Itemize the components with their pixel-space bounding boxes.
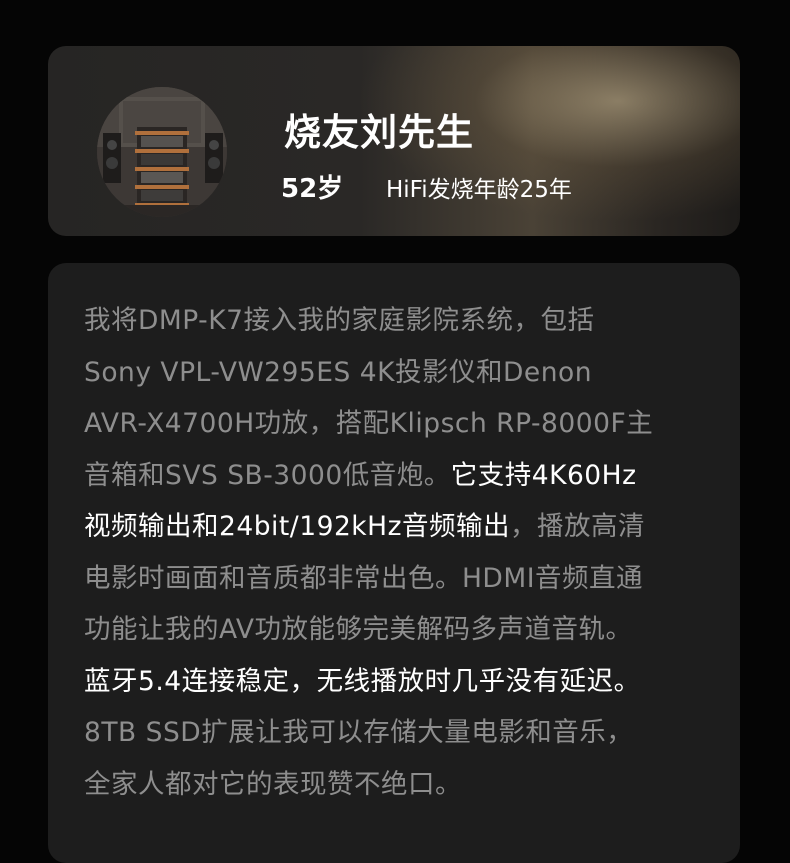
review-segment: Sony VPL-VW295ES 4K投影仪和Denon — [84, 356, 593, 388]
review-line: 全家人都对它的表现赞不绝口。 — [84, 759, 720, 811]
review-segment: 8TB SSD扩展让我可以存储大量电影和音乐， — [84, 717, 634, 748]
avatar — [97, 87, 227, 217]
review-segment: ，播放高清 — [510, 511, 645, 542]
review-highlight-segment: 蓝牙5.4连接稳定，无线播放时几乎没有延迟。 — [84, 665, 641, 697]
review-segment: 全家人都对它的表现赞不绝口。 — [84, 768, 462, 800]
profile-card: 烧友刘先生 52岁 HiFi发烧年龄25年 — [48, 46, 740, 236]
user-age: 52岁 — [281, 174, 344, 204]
review-text: 我将DMP-K7接入我的家庭影院系统，包括 Sony VPL-VW295ES 4K… — [84, 295, 720, 810]
review-highlight-segment: 它支持4K60Hz — [450, 459, 637, 491]
review-line: 电影时画面和音质都非常出色。HDMI音频直通 — [84, 553, 720, 605]
review-highlight-segment: 视频输出和24bit/192kHz音频输出 — [84, 511, 510, 542]
hifi-rack-photo-icon — [97, 87, 227, 217]
hifi-years: HiFi发烧年龄25年 — [386, 177, 572, 203]
review-segment: 音箱和SVS SB-3000低音炮。 — [84, 459, 451, 491]
review-segment: 我将DMP-K7接入我的家庭影院系统，包括 — [84, 305, 595, 336]
review-line: 视频输出和24bit/192kHz音频输出，播放高清 — [84, 501, 720, 553]
review-line: 8TB SSD扩展让我可以存储大量电影和音乐， — [84, 707, 720, 759]
review-segment: 功能让我的AV功放能够完美解码多声道音轨。 — [84, 614, 633, 645]
review-line: 我将DMP-K7接入我的家庭影院系统，包括 — [84, 295, 720, 347]
user-name: 烧友刘先生 — [284, 111, 474, 154]
review-segment: AVR-X4700H功放，搭配Klipsch RP-8000F主 — [84, 408, 654, 439]
review-segment: 电影时画面和音质都非常出色。HDMI音频直通 — [84, 562, 644, 594]
review-card: 我将DMP-K7接入我的家庭影院系统，包括 Sony VPL-VW295ES 4K… — [48, 263, 740, 863]
review-line: AVR-X4700H功放，搭配Klipsch RP-8000F主 — [84, 398, 720, 450]
review-line: 蓝牙5.4连接稳定，无线播放时几乎没有延迟。 — [84, 656, 720, 708]
review-line: Sony VPL-VW295ES 4K投影仪和Denon — [84, 347, 720, 399]
review-line: 功能让我的AV功放能够完美解码多声道音轨。 — [84, 604, 720, 656]
review-line: 音箱和SVS SB-3000低音炮。它支持4K60Hz — [84, 450, 720, 502]
